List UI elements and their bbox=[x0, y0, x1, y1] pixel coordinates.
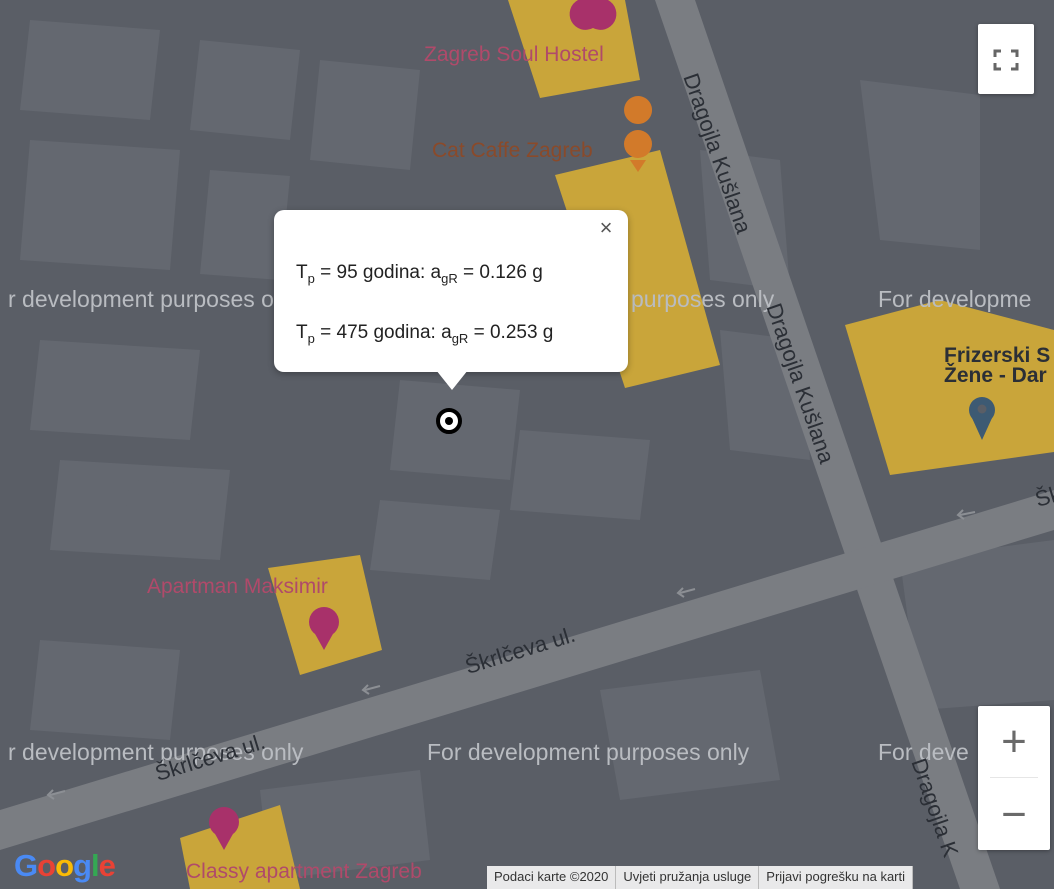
watermark-text: For developme bbox=[878, 286, 1032, 312]
poi-label-hostel[interactable]: Zagreb Soul Hostel bbox=[424, 43, 604, 67]
zoom-in-button[interactable]: + bbox=[978, 706, 1050, 777]
watermark-text: purposes only bbox=[631, 286, 775, 312]
map-data-link[interactable]: Podaci karte ©2020 bbox=[487, 866, 617, 889]
watermark-text: r development purposes only bbox=[8, 286, 304, 312]
zoom-divider bbox=[990, 777, 1038, 778]
fullscreen-icon bbox=[993, 49, 1019, 71]
terms-link[interactable]: Uvjeti pružanja usluge bbox=[616, 866, 760, 889]
watermark-text: For development purposes only bbox=[427, 739, 750, 765]
poi-label-apartment[interactable]: Apartman Maksimir bbox=[147, 575, 328, 599]
map-canvas[interactable]: r development purposes only purposes onl… bbox=[0, 0, 1054, 889]
google-logo[interactable]: Google bbox=[14, 848, 116, 884]
info-window: × Tp = 95 godina: agR = 0.126 g Tp = 475… bbox=[274, 210, 628, 372]
info-line-475-years: Tp = 475 godina: agR = 0.253 g bbox=[296, 322, 554, 346]
map-attribution: Podaci karte ©2020 Uvjeti pružanja uslug… bbox=[487, 866, 914, 889]
fullscreen-button[interactable] bbox=[978, 24, 1034, 94]
poi-label-salon[interactable]: Frizerski S Žene - Dar bbox=[944, 345, 1050, 386]
info-window-tail bbox=[436, 370, 468, 390]
poi-label-cafe[interactable]: Cat Caffe Zagreb bbox=[432, 139, 593, 163]
zoom-out-button[interactable]: − bbox=[978, 779, 1050, 850]
report-error-link[interactable]: Prijavi pogrešku na karti bbox=[759, 866, 914, 889]
close-icon[interactable]: × bbox=[594, 215, 618, 240]
info-line-95-years: Tp = 95 godina: agR = 0.126 g bbox=[296, 262, 543, 286]
zoom-control: + − bbox=[978, 706, 1050, 850]
poi-label-classy-apartment[interactable]: Classy apartment Zagreb bbox=[186, 860, 422, 884]
